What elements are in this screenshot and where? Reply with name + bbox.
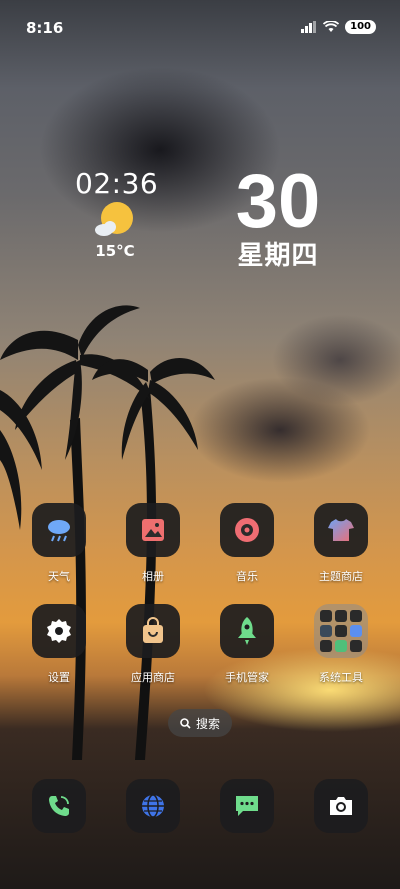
music-disc-icon	[220, 503, 274, 557]
phone-icon[interactable]	[32, 779, 86, 833]
app-label: 音乐	[236, 570, 258, 583]
app-label: 系统工具	[319, 671, 363, 684]
app-music[interactable]: 音乐	[209, 503, 285, 584]
battery-indicator: 100	[345, 20, 376, 34]
rocket-icon	[220, 604, 274, 658]
app-label: 设置	[48, 671, 70, 684]
app-settings[interactable]: 设置	[21, 604, 97, 685]
widget-clock-time: 02:36	[75, 167, 159, 200]
app-label: 应用商店	[131, 671, 175, 684]
app-phone-manager[interactable]: 手机管家	[209, 604, 285, 685]
app-store[interactable]: 应用商店	[115, 604, 191, 685]
date-weekday: 星期四	[237, 241, 319, 271]
search-icon	[180, 717, 191, 729]
shopping-bag-icon	[126, 604, 180, 658]
app-label: 主题商店	[319, 570, 363, 583]
app-folder-system-tools[interactable]: 系统工具	[303, 604, 379, 685]
folder-icon	[314, 604, 368, 658]
app-label: 手机管家	[225, 671, 269, 684]
status-bar: 8:16 100	[0, 0, 400, 56]
status-time: 8:16	[26, 19, 64, 37]
app-weather[interactable]: 天气	[21, 503, 97, 584]
image-icon	[126, 503, 180, 557]
search-label: 搜索	[195, 716, 220, 731]
wifi-icon	[323, 21, 340, 32]
signal-icon	[301, 21, 317, 33]
date-day: 30	[235, 159, 321, 244]
browser-globe-icon[interactable]	[126, 779, 180, 833]
cloud-rain-icon	[32, 503, 86, 557]
widget-temperature: 15°C	[95, 242, 135, 260]
app-label: 天气	[48, 570, 70, 583]
app-theme-store[interactable]: 主题商店	[303, 503, 379, 584]
gear-icon	[32, 604, 86, 658]
app-gallery[interactable]: 相册	[115, 503, 191, 584]
message-icon[interactable]	[220, 779, 274, 833]
shirt-icon	[314, 503, 368, 557]
search-button[interactable]: 搜索	[168, 709, 232, 737]
clock-weather-widget[interactable]: 02:36 15°C	[75, 167, 159, 261]
app-label: 相册	[142, 570, 164, 583]
sun-cloud-icon	[95, 202, 133, 236]
camera-icon[interactable]	[314, 779, 368, 833]
date-widget[interactable]: 30 星期四	[228, 159, 328, 272]
